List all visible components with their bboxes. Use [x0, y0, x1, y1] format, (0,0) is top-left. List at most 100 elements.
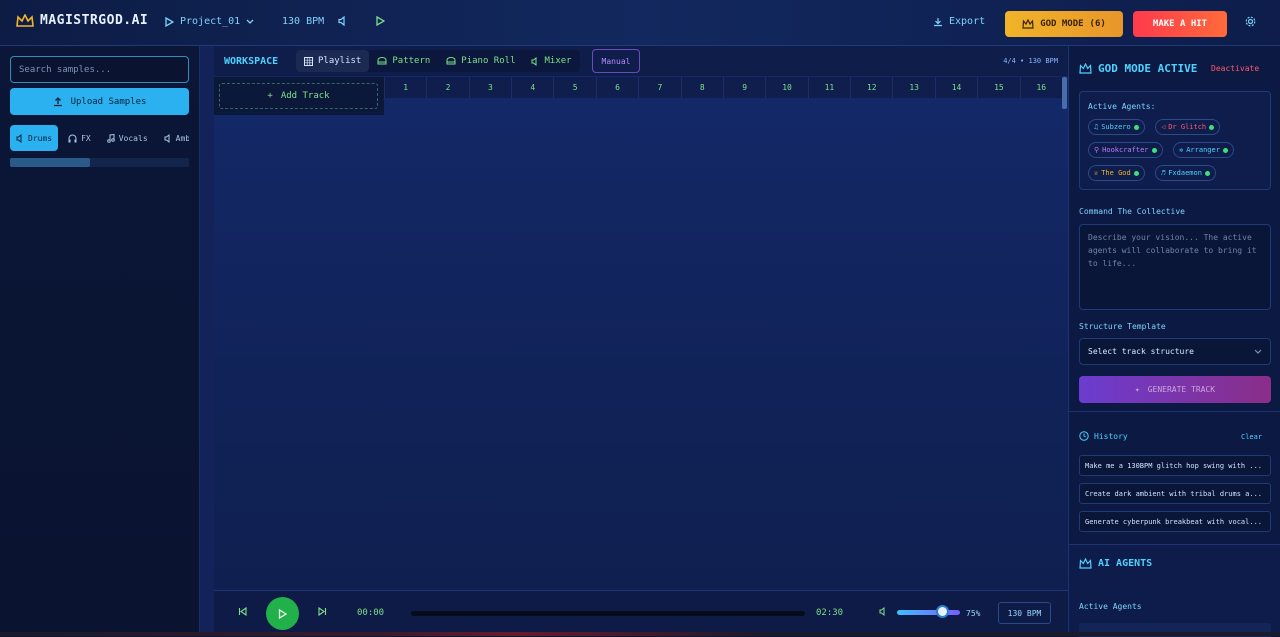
progress-bar[interactable]: [411, 611, 805, 616]
deactivate-button[interactable]: Deactivate: [1211, 64, 1259, 73]
god-mode-title: GOD MODE ACTIVE: [1098, 62, 1198, 75]
tab-label: Piano Roll: [461, 56, 516, 66]
bpm-input[interactable]: 130 BPM: [998, 602, 1051, 624]
tab-pattern[interactable]: Pattern: [369, 50, 438, 72]
agent-chip-the-god[interactable]: ♕ The God: [1088, 165, 1145, 181]
plus-icon: +: [267, 91, 273, 101]
make-hit-button[interactable]: MAKE A HIT: [1133, 11, 1227, 37]
agent-chip-hookcrafter[interactable]: ⚲ Hookcrafter: [1088, 142, 1163, 158]
bar-number[interactable]: 2: [426, 77, 468, 98]
bar-number[interactable]: 10: [765, 77, 807, 98]
upload-label: Upload Samples: [70, 96, 147, 107]
volume-icon[interactable]: [338, 16, 347, 26]
project-selector[interactable]: Project_01: [165, 16, 254, 27]
bar-number[interactable]: 16: [1019, 77, 1062, 98]
history-header: History: [1079, 431, 1128, 441]
workspace-title: WORKSPACE: [224, 56, 279, 67]
category-tabs: Drums FX Vocals Amb: [10, 125, 189, 151]
workspace-toolbar: WORKSPACE Playlist Pattern Piano Roll Mi…: [214, 46, 1068, 76]
volume-slider-knob[interactable]: [936, 605, 949, 618]
bar-number[interactable]: 3: [468, 77, 511, 98]
piano-icon: [446, 57, 456, 65]
agent-name: Fxdaemon: [1168, 169, 1202, 177]
play-button[interactable]: [266, 597, 299, 630]
god-mode-button[interactable]: GOD MODE (6): [1005, 11, 1123, 37]
bar-number[interactable]: 1: [383, 77, 426, 98]
bar-number[interactable]: 8: [680, 77, 723, 98]
agent-chip-arranger[interactable]: ✲ Arranger: [1173, 142, 1234, 158]
agent-name: The God: [1101, 169, 1131, 177]
bar-number[interactable]: 12: [850, 77, 892, 98]
make-hit-label: MAKE A HIT: [1152, 19, 1208, 29]
ai-agents-header: AI AGENTS: [1079, 558, 1152, 569]
bar-number[interactable]: 13: [892, 77, 934, 98]
history-item[interactable]: Generate cyberpunk breakbeat with vocal.…: [1079, 511, 1271, 532]
bar-number[interactable]: 4: [511, 77, 553, 98]
bar-number[interactable]: 14: [934, 77, 977, 98]
volume-value: 75%: [966, 609, 981, 618]
bar-number[interactable]: 5: [553, 77, 595, 98]
manual-mode-button[interactable]: Manual: [592, 49, 640, 73]
agent-chip-dr-glitch[interactable]: ◁ Dr Glitch: [1155, 119, 1221, 135]
add-track-button[interactable]: + Add Track: [219, 83, 378, 109]
status-dot: [1133, 124, 1139, 130]
category-label: Amb: [175, 133, 189, 143]
top-bar: MAGISTRGOD.AI Project_01 130 BPM Export …: [0, 0, 1280, 46]
panel-divider[interactable]: [200, 46, 214, 636]
upload-samples-button[interactable]: Upload Samples: [10, 88, 189, 115]
active-agents-label: Active Agents:: [1088, 102, 1156, 111]
volume-slider[interactable]: [897, 610, 960, 615]
headphones-icon: ♬: [1161, 169, 1166, 177]
export-button[interactable]: Export: [933, 16, 985, 27]
status-dot: [1151, 147, 1157, 153]
volume-icon[interactable]: [879, 606, 887, 619]
ai-agents-title: AI AGENTS: [1098, 558, 1153, 569]
category-fx[interactable]: FX: [62, 125, 97, 151]
tab-label: Mixer: [544, 56, 572, 66]
status-dot: [1204, 170, 1210, 176]
export-label: Export: [949, 16, 986, 27]
current-time: 00:00: [357, 608, 385, 618]
tab-mixer[interactable]: Mixer: [523, 50, 579, 72]
search-input[interactable]: Search samples...: [10, 56, 189, 83]
header-play-button[interactable]: [376, 16, 385, 26]
view-tabs: Playlist Pattern Piano Roll Mixer: [296, 50, 580, 72]
category-ambient[interactable]: Amb: [158, 125, 189, 151]
structure-select[interactable]: Select track structure: [1079, 338, 1271, 365]
history-item[interactable]: Make me a 130BPM glitch hop swing with .…: [1079, 455, 1271, 476]
crown-icon: [1079, 63, 1092, 74]
music-note-icon: [106, 133, 115, 143]
clear-history-button[interactable]: Clear: [1241, 433, 1262, 441]
structure-value: Select track structure: [1088, 347, 1194, 356]
history-item[interactable]: Create dark ambient with tribal drums a.…: [1079, 483, 1271, 504]
download-icon: [934, 17, 942, 26]
category-vocals[interactable]: Vocals: [101, 125, 154, 151]
agent-name: Hookcrafter: [1102, 146, 1149, 154]
settings-button[interactable]: [1245, 16, 1256, 27]
clock-icon: [1079, 431, 1089, 441]
bar-number[interactable]: 9: [722, 77, 765, 98]
chevron-down-icon: [1254, 349, 1262, 354]
logo[interactable]: MAGISTRGOD.AI: [16, 13, 148, 28]
generate-track-button[interactable]: ✦ GENERATE TRACK: [1079, 376, 1271, 403]
command-textarea[interactable]: Describe your vision... The active agent…: [1079, 224, 1271, 310]
play-icon: [376, 16, 385, 26]
skip-back-button[interactable]: [238, 606, 247, 619]
skip-forward-button[interactable]: [318, 606, 327, 619]
command-label: Command The Collective: [1079, 207, 1185, 216]
category-drums[interactable]: Drums: [10, 125, 59, 151]
agent-chip-fxdaemon[interactable]: ♬ Fxdaemon: [1155, 165, 1216, 181]
agent-chip-subzero[interactable]: ♫ Subzero: [1088, 119, 1145, 135]
bar-number[interactable]: 7: [638, 77, 680, 98]
god-mode-panel: GOD MODE ACTIVE Deactivate Active Agents…: [1068, 46, 1280, 637]
category-scrollbar[interactable]: [10, 158, 189, 167]
bar-number[interactable]: 6: [595, 77, 638, 98]
scrollbar-thumb[interactable]: [10, 158, 90, 167]
crown-icon: [1022, 19, 1034, 29]
tab-playlist[interactable]: Playlist: [296, 50, 370, 72]
bar-number[interactable]: 11: [807, 77, 850, 98]
tab-piano-roll[interactable]: Piano Roll: [438, 50, 523, 72]
workspace-scrollbar[interactable]: [1062, 77, 1067, 109]
add-track-label: Add Track: [280, 91, 330, 101]
bar-number[interactable]: 15: [977, 77, 1019, 98]
